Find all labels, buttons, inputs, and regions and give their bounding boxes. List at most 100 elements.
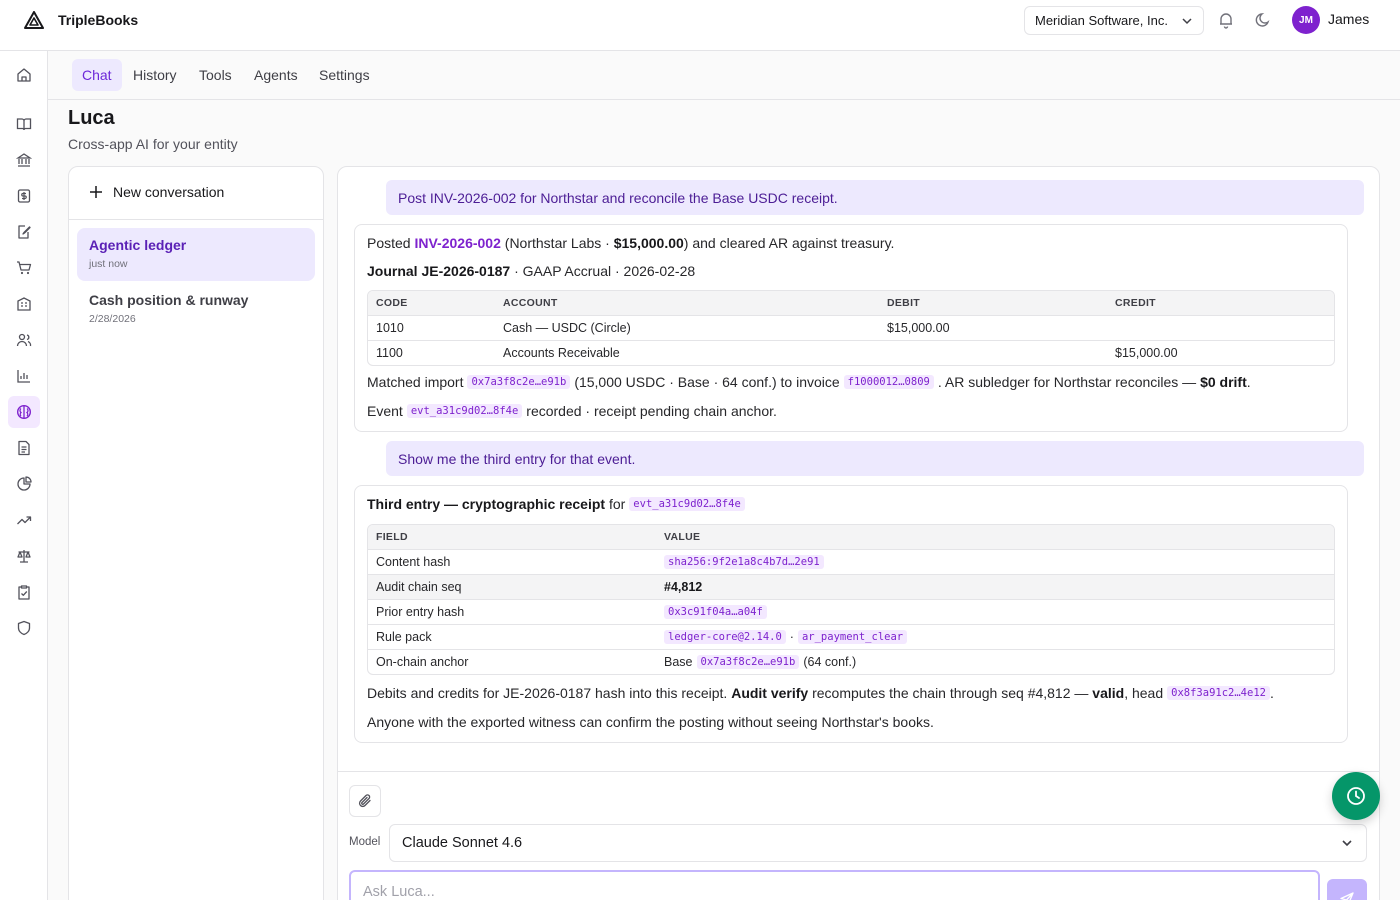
- nav-banking[interactable]: [8, 144, 40, 176]
- send-button[interactable]: [1327, 879, 1367, 900]
- edit-document-icon: [16, 224, 32, 240]
- model-select[interactable]: Claude Sonnet 4.6: [389, 824, 1367, 862]
- event-chip[interactable]: evt_a31c9d02…8f4e: [629, 497, 745, 511]
- user-message: Show me the third entry for that event.: [386, 441, 1364, 476]
- event-line: Event evt_a31c9d02…8f4e recorded · recei…: [367, 403, 777, 419]
- new-conversation-label: New conversation: [113, 184, 225, 200]
- nav-forecast[interactable]: [8, 504, 40, 536]
- bank-icon: [16, 152, 32, 168]
- top-bar: TripleBooks Meridian Software, Inc. JM J…: [0, 0, 1400, 51]
- conversation-item[interactable]: Agentic ledger just now: [77, 228, 315, 281]
- conversation-title: Agentic ledger: [89, 237, 187, 253]
- conversation-item[interactable]: Cash position & runway 2/28/2026: [77, 283, 315, 336]
- hash-chip[interactable]: 0x8f3a91c2…4e12: [1167, 686, 1270, 700]
- cart-icon: [16, 260, 32, 276]
- nav-entities[interactable]: [8, 288, 40, 320]
- hash-chip[interactable]: 0x7a3f8c2e…e91b: [467, 375, 571, 389]
- event-chip[interactable]: evt_a31c9d02…8f4e: [406, 404, 523, 418]
- hash-chip[interactable]: sha256:9f2e1a8c4b7d…2e91: [664, 555, 824, 569]
- trending-up-icon: [16, 512, 32, 528]
- table-row: On-chain anchor Base 0x7a3f8c2e…e91b (64 c…: [368, 649, 1334, 674]
- closing-line: Anyone with the exported witness can con…: [367, 714, 934, 730]
- nav-compliance[interactable]: [8, 540, 40, 572]
- tab-agents[interactable]: Agents: [244, 59, 308, 91]
- clipboard-check-icon: [16, 584, 32, 600]
- bar-chart-icon: [16, 368, 32, 384]
- history-fab[interactable]: [1332, 772, 1380, 820]
- nav-contacts[interactable]: [8, 324, 40, 356]
- bell-icon[interactable]: [1217, 11, 1235, 29]
- nav-books[interactable]: [8, 108, 40, 140]
- brand[interactable]: TripleBooks: [24, 10, 138, 30]
- dollar-icon: [16, 188, 32, 204]
- users-icon: [16, 332, 32, 348]
- tab-bar: Chat History Tools Agents Settings: [48, 51, 1400, 100]
- nav-edit[interactable]: [8, 216, 40, 248]
- attach-button[interactable]: [349, 785, 381, 817]
- tab-tools[interactable]: Tools: [189, 59, 242, 91]
- nav-tasks[interactable]: [8, 576, 40, 608]
- hash-chip[interactable]: f1000012…0809: [843, 375, 934, 389]
- building-icon: [16, 296, 32, 312]
- book-icon: [16, 116, 32, 132]
- journal-table: CODE ACCOUNT DEBIT CREDIT 1010 Cash — US…: [367, 290, 1335, 366]
- chevron-down-icon: [1181, 15, 1193, 27]
- assistant-message: Third entry — cryptographic receipt for …: [354, 485, 1348, 743]
- page-subtitle: Cross-app AI for your entity: [68, 136, 238, 152]
- entity-selector[interactable]: Meridian Software, Inc.: [1024, 6, 1204, 35]
- receipt-table: FIELD VALUE Content hash sha256:9f2e1a8c…: [367, 524, 1335, 675]
- nav-analytics[interactable]: [8, 468, 40, 500]
- brain-icon: [16, 404, 32, 420]
- conversation-list: New conversation Agentic ledger just now…: [68, 166, 324, 900]
- sidebar: [0, 51, 48, 900]
- nav-home[interactable]: [8, 59, 40, 91]
- tab-chat[interactable]: Chat: [72, 59, 122, 91]
- conversation-time: 2/28/2026: [89, 313, 136, 325]
- table-row: 1100 Accounts Receivable $15,000.00: [368, 340, 1334, 365]
- posted-line: Posted INV-2026-002 (Northstar Labs · $1…: [367, 235, 895, 251]
- entity-name: Meridian Software, Inc.: [1035, 13, 1168, 28]
- table-row: Content hash sha256:9f2e1a8c4b7d…2e91: [368, 549, 1334, 574]
- tab-settings[interactable]: Settings: [309, 59, 380, 91]
- invoice-link[interactable]: INV-2026-002: [414, 235, 500, 251]
- verify-line: Debits and credits for JE-2026-0187 hash…: [367, 685, 1274, 701]
- rule-chip[interactable]: ledger-core@2.14.0: [664, 630, 786, 644]
- matched-line: Matched import 0x7a3f8c2e…e91b (15,000 U…: [367, 374, 1251, 390]
- model-label: Model: [349, 836, 381, 848]
- new-conversation-button[interactable]: New conversation: [89, 184, 224, 200]
- table-row: Audit chain seq #4,812: [368, 574, 1334, 599]
- ask-input[interactable]: Ask Luca...: [349, 870, 1320, 900]
- journal-line: Journal JE-2026-0187 · GAAP Accrual · 20…: [367, 263, 696, 279]
- nav-purchasing[interactable]: [8, 252, 40, 284]
- user-name[interactable]: James: [1328, 11, 1369, 27]
- home-icon: [16, 67, 32, 83]
- send-icon: [1339, 891, 1355, 900]
- tab-history[interactable]: History: [123, 59, 187, 91]
- plus-icon: [89, 185, 103, 199]
- conversation-title: Cash position & runway: [89, 292, 249, 308]
- page-title: Luca: [68, 107, 115, 129]
- nav-luca[interactable]: [8, 396, 40, 428]
- divider: [69, 219, 323, 220]
- clock-icon: [1345, 785, 1367, 807]
- rule-chip[interactable]: ar_payment_clear: [797, 630, 908, 644]
- assistant-message: Posted INV-2026-002 (Northstar Labs · $1…: [354, 224, 1348, 432]
- nav-revenue[interactable]: [8, 180, 40, 212]
- nav-reports[interactable]: [8, 360, 40, 392]
- nav-documents[interactable]: [8, 432, 40, 464]
- nav-security[interactable]: [8, 612, 40, 644]
- document-icon: [16, 440, 32, 456]
- paperclip-icon: [357, 793, 373, 809]
- logo-icon: [24, 11, 44, 29]
- hash-chip[interactable]: 0x7a3f8c2e…e91b: [696, 655, 800, 669]
- moon-icon[interactable]: [1254, 11, 1272, 29]
- table-header: CODE ACCOUNT DEBIT CREDIT: [368, 291, 1334, 315]
- pie-chart-icon: [16, 476, 32, 492]
- receipt-title-line: Third entry — cryptographic receipt for …: [367, 496, 749, 512]
- shield-icon: [16, 620, 32, 636]
- model-value: Claude Sonnet 4.6: [402, 835, 523, 851]
- hash-chip[interactable]: 0x3c91f04a…a04f: [664, 605, 767, 619]
- avatar[interactable]: JM: [1292, 6, 1320, 34]
- table-row: Prior entry hash 0x3c91f04a…a04f: [368, 599, 1334, 624]
- table-header: FIELD VALUE: [368, 525, 1334, 549]
